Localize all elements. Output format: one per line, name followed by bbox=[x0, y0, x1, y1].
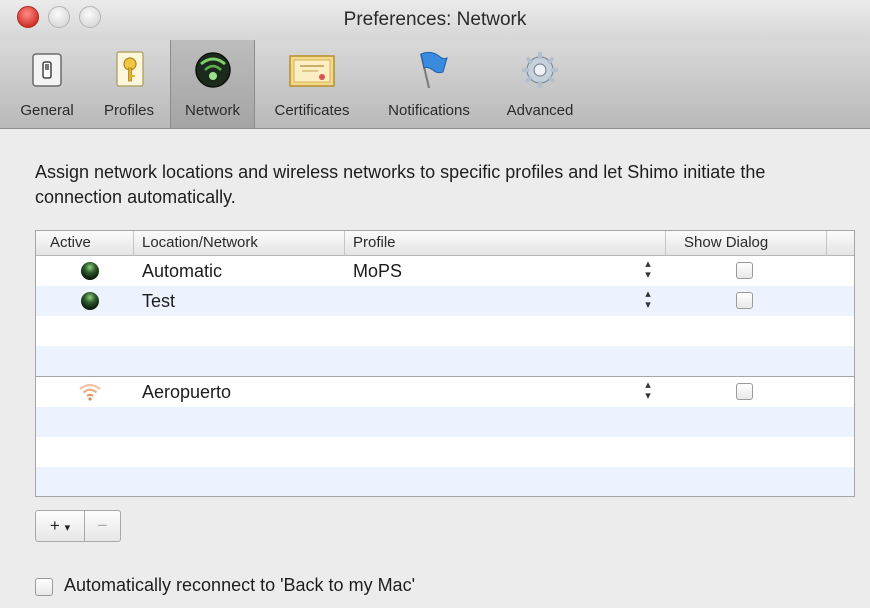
table-header: Active Location/Network Profile Show Dia… bbox=[36, 231, 854, 256]
location-cell: Aeropuerto bbox=[142, 382, 232, 402]
show-dialog-checkbox[interactable] bbox=[736, 383, 753, 400]
empty-row bbox=[36, 467, 854, 496]
description-text: Assign network locations and wireless ne… bbox=[35, 162, 766, 207]
show-dialog-checkbox[interactable] bbox=[736, 262, 753, 279]
tab-general[interactable]: General bbox=[8, 40, 86, 128]
profile-popup-arrows-icon[interactable]: ▴ ▾ bbox=[641, 289, 655, 313]
window-title: Preferences: Network bbox=[343, 9, 527, 30]
table-row[interactable]: Automatic MoPS ▴ ▾ bbox=[36, 256, 854, 286]
reconnect-label: Automatically reconnect to 'Back to my M… bbox=[64, 575, 416, 595]
profile-cell[interactable]: MoPS bbox=[353, 256, 402, 286]
general-icon bbox=[32, 53, 62, 87]
tab-profiles[interactable]: Profiles bbox=[92, 40, 166, 128]
tab-network[interactable]: Network bbox=[170, 40, 255, 128]
column-active[interactable]: Active bbox=[36, 231, 134, 255]
reconnect-checkbox[interactable] bbox=[35, 578, 53, 596]
network-icon bbox=[194, 52, 231, 88]
empty-row bbox=[36, 407, 854, 437]
wifi-icon bbox=[79, 383, 101, 401]
location-cell: Automatic bbox=[142, 261, 223, 281]
empty-row bbox=[36, 346, 854, 377]
location-icon bbox=[81, 262, 99, 280]
tab-label: Advanced bbox=[506, 102, 574, 119]
tab-certificates[interactable]: Certificates bbox=[262, 40, 362, 128]
empty-row bbox=[36, 437, 854, 467]
network-profile-table: Active Location/Network Profile Show Dia… bbox=[35, 230, 855, 497]
tab-label: Notifications bbox=[388, 102, 470, 119]
table-row[interactable]: Aeropuerto ▴ ▾ bbox=[36, 377, 854, 407]
tab-advanced[interactable]: Advanced bbox=[493, 40, 587, 128]
location-cell: Test bbox=[142, 291, 176, 311]
empty-row bbox=[36, 316, 854, 346]
show-dialog-checkbox[interactable] bbox=[736, 292, 753, 309]
profile-popup-arrows-icon[interactable]: ▴ ▾ bbox=[641, 380, 655, 404]
tab-label: General bbox=[20, 102, 74, 119]
add-label: + bbox=[49, 516, 60, 535]
remove-button[interactable]: − bbox=[84, 510, 121, 542]
column-spacer bbox=[827, 231, 854, 255]
tab-label: Certificates bbox=[274, 102, 350, 119]
location-icon bbox=[81, 292, 99, 310]
title-bar: Preferences: Network bbox=[0, 0, 870, 40]
tab-notifications[interactable]: Notifications bbox=[370, 40, 488, 128]
column-location[interactable]: Location/Network bbox=[134, 231, 345, 255]
preferences-toolbar: General Profiles Network Certificates No… bbox=[0, 40, 870, 129]
certificates-icon bbox=[289, 55, 335, 87]
advanced-icon bbox=[522, 52, 558, 88]
column-show-dialog[interactable]: Show Dialog bbox=[666, 231, 827, 255]
tab-label: Profiles bbox=[103, 102, 155, 119]
column-profile[interactable]: Profile bbox=[345, 231, 666, 255]
add-button[interactable]: + ▾ bbox=[35, 510, 85, 542]
chevron-down-icon: ▾ bbox=[64, 522, 71, 534]
tab-label: Network bbox=[184, 102, 240, 119]
profiles-icon bbox=[116, 51, 144, 87]
table-row[interactable]: Test ▴ ▾ bbox=[36, 286, 854, 316]
profile-popup-arrows-icon[interactable]: ▴ ▾ bbox=[641, 259, 655, 283]
notifications-icon bbox=[420, 51, 448, 89]
